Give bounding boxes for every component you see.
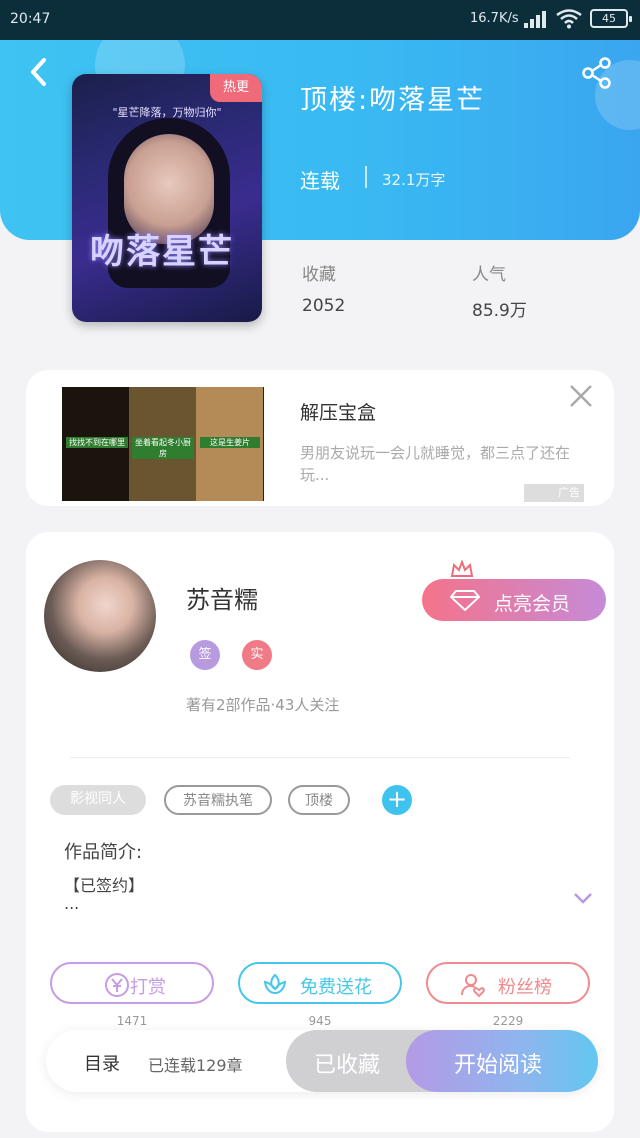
avatar[interactable]	[44, 560, 156, 672]
fans-ranking-button[interactable]: 粉丝榜	[426, 962, 590, 1004]
popularity-label: 人气	[472, 265, 506, 285]
tip-count: 1471	[116, 1014, 148, 1028]
start-reading-button[interactable]: 开始阅读	[406, 1030, 598, 1092]
hot-update-tag: 热更	[210, 74, 262, 102]
tag-item[interactable]: 顶楼	[288, 785, 350, 815]
vip-button-label: 点亮会员	[494, 593, 571, 615]
ad-description: 男朋友说玩一会儿就睡觉，都三点了还在玩...	[300, 444, 571, 484]
yen-coin-icon	[105, 973, 129, 997]
tag-item[interactable]: 苏音糯执笔	[164, 785, 272, 815]
start-reading-label: 开始阅读	[454, 1053, 543, 1078]
chapter-count[interactable]: 已连载129章	[148, 1052, 243, 1076]
status-bar: 20:47 16.7K/s 45	[0, 0, 640, 40]
fans-count: 2229	[492, 1014, 524, 1028]
toc-button[interactable]: 目录	[84, 1050, 120, 1076]
flower-icon	[263, 973, 287, 995]
network-speed: 16.7K/s	[470, 11, 519, 26]
ad-image[interactable]: 找找不到在哪里 坐着看起冬小厨房 这是生姜片	[62, 387, 264, 501]
author-name[interactable]: 苏音糯	[186, 580, 258, 615]
separator	[365, 166, 367, 188]
intro-text: 【已签约】	[64, 876, 145, 895]
diamond-icon	[450, 590, 480, 611]
serial-status: 连载	[300, 169, 340, 193]
flower-count: 945	[308, 1014, 332, 1028]
status-time: 20:47	[10, 11, 51, 27]
book-title: 顶楼:吻落星芒	[300, 85, 486, 116]
add-tag-button[interactable]: +	[382, 785, 412, 815]
ad-badge: 广告	[524, 484, 584, 502]
favorited-label: 已收藏	[314, 1053, 381, 1078]
crown-icon	[450, 560, 474, 577]
tip-label: 打赏	[130, 977, 166, 998]
close-icon[interactable]	[568, 383, 594, 409]
verified-badge: 实	[242, 640, 272, 670]
fans-icon	[461, 974, 485, 998]
battery-icon: 45	[590, 9, 632, 28]
chevron-down-icon[interactable]	[572, 890, 594, 906]
favorites-label: 收藏	[302, 265, 336, 285]
vip-button[interactable]: 点亮会员	[422, 579, 606, 621]
signal-icon	[524, 11, 548, 28]
tag-item[interactable]: 影视同人	[50, 785, 146, 815]
ad-panel-caption: 坐着看起冬小厨房	[132, 437, 194, 459]
cover-quote: "星芒降落，万物归你"	[112, 106, 222, 119]
share-icon[interactable]	[580, 56, 614, 90]
popularity-value: 85.9万	[472, 301, 527, 321]
intro-ellipsis: ...	[64, 894, 80, 913]
back-arrow-icon[interactable]	[24, 54, 54, 90]
ad-panel-caption: 这是生姜片	[200, 437, 260, 448]
favorites-value: 2052	[302, 296, 346, 316]
send-flower-button[interactable]: 免费送花	[238, 962, 402, 1004]
fans-ranking-label: 粉丝榜	[498, 977, 552, 998]
author-meta: 著有2部作品·43人关注	[186, 696, 340, 714]
divider	[70, 757, 570, 758]
wifi-icon	[556, 9, 582, 29]
tip-button[interactable]: 打赏	[50, 962, 214, 1004]
send-flower-label: 免费送花	[300, 977, 372, 998]
ad-title[interactable]: 解压宝盒	[300, 398, 376, 425]
cover-title: 吻落星芒	[90, 232, 234, 272]
book-cover[interactable]: "星芒降落，万物归你" 吻落星芒	[72, 74, 262, 322]
signed-badge: 签	[190, 640, 220, 670]
word-count: 32.1万字	[382, 171, 446, 189]
ad-panel-caption: 找找不到在哪里	[66, 437, 128, 448]
intro-label: 作品简介:	[64, 842, 143, 863]
